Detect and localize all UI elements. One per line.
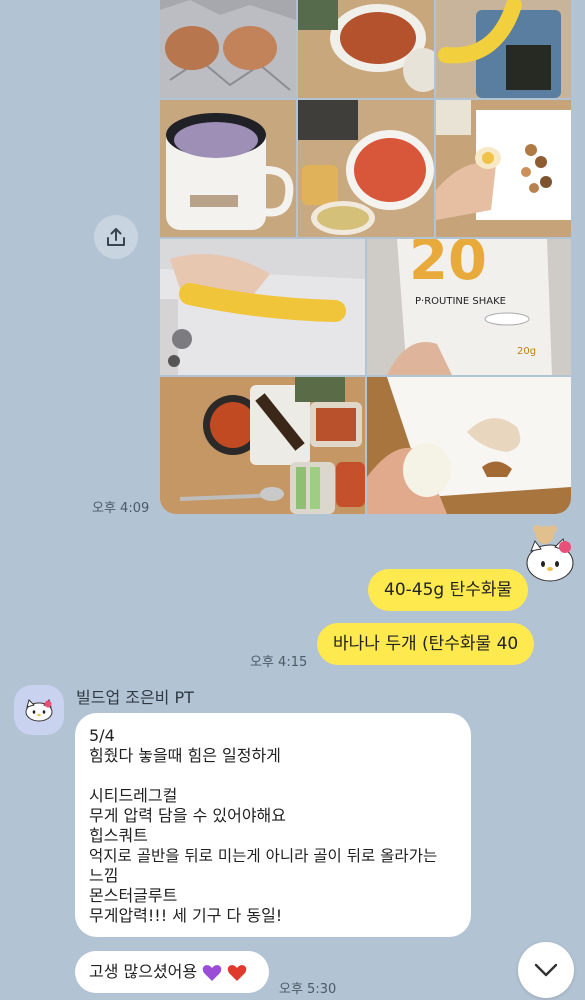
message-line: 억지로 골반을 뒤로 미는게 아니라 골이 뒤로 올라가는 (89, 847, 438, 865)
my-message-text-2: 바나나 두개 (탄수화물 40 (333, 634, 519, 654)
chevron-down-icon (534, 963, 558, 977)
shake-brand-label: P·ROUTINE SHAKE (415, 296, 506, 307)
share-button[interactable] (94, 215, 138, 259)
message-line: 5/4 (89, 726, 115, 745)
photo-banana-seaweed[interactable] (436, 0, 571, 98)
message-line: 느낌 (89, 866, 119, 885)
my-profile-sticker[interactable] (525, 525, 575, 583)
red-heart-icon (228, 964, 247, 981)
trainer-avatar[interactable] (14, 685, 64, 735)
photo-message-time: 오후 4:09 (92, 501, 150, 516)
photo-egg-nuts[interactable] (436, 100, 571, 237)
trainer-reply-time: 오후 5:30 (279, 982, 337, 997)
message-line: 무게 압력 담을 수 있어야해요 (89, 806, 286, 825)
shake-big-number: 20 (409, 239, 487, 293)
message-line: 무게압력!!! 세 기구 다 동일! (89, 906, 283, 925)
trainer-reply-text: 고생 많으셨어용 (89, 962, 198, 981)
photo-eggs-foil[interactable] (160, 0, 296, 98)
photo-protein-shake[interactable]: 20 P·ROUTINE SHAKE 20g (367, 239, 571, 375)
message-line: 몬스터글루트 (89, 886, 178, 905)
message-line: 시티드레그컬 (89, 786, 178, 805)
photo-stew-bowl[interactable] (298, 0, 434, 98)
trainer-message-bubble[interactable]: 5/4 힘줬다 놓을때 힘은 일정하게 시티드레그컬 무게 압력 담을 수 있어… (75, 713, 471, 937)
my-message-text-1: 40-45g 탄수화물 (384, 580, 513, 600)
hello-kitty-icon (25, 699, 53, 722)
photo-tteokbokki[interactable] (298, 100, 434, 237)
message-line: 힘줬다 놓을때 힘은 일정하게 (89, 746, 281, 765)
photo-peeled-egg[interactable] (367, 377, 571, 514)
shake-grams: 20g (517, 346, 536, 357)
purple-heart-icon (202, 964, 222, 981)
hello-kitty-bear-icon (526, 525, 574, 582)
message-line (89, 766, 457, 786)
photo-oat-mug[interactable] (160, 100, 296, 237)
trainer-reply-bubble[interactable]: 고생 많으셨어용 (75, 951, 269, 993)
share-icon (107, 228, 125, 246)
scroll-to-bottom-button[interactable] (518, 942, 574, 998)
my-message-bubble-2[interactable]: 바나나 두개 (탄수화물 40 (317, 623, 535, 665)
photo-banana-hand[interactable] (160, 239, 365, 375)
my-message-bubble-1[interactable]: 40-45g 탄수화물 (368, 569, 529, 611)
trainer-name: 빌드업 조은비 PT (76, 688, 194, 707)
message-line: 힙스쿼트 (89, 826, 148, 845)
my-message-time: 오후 4:15 (250, 655, 308, 670)
photo-album-grid[interactable]: 20 P·ROUTINE SHAKE 20g (160, 0, 571, 514)
photo-meal-tray[interactable] (160, 377, 365, 514)
